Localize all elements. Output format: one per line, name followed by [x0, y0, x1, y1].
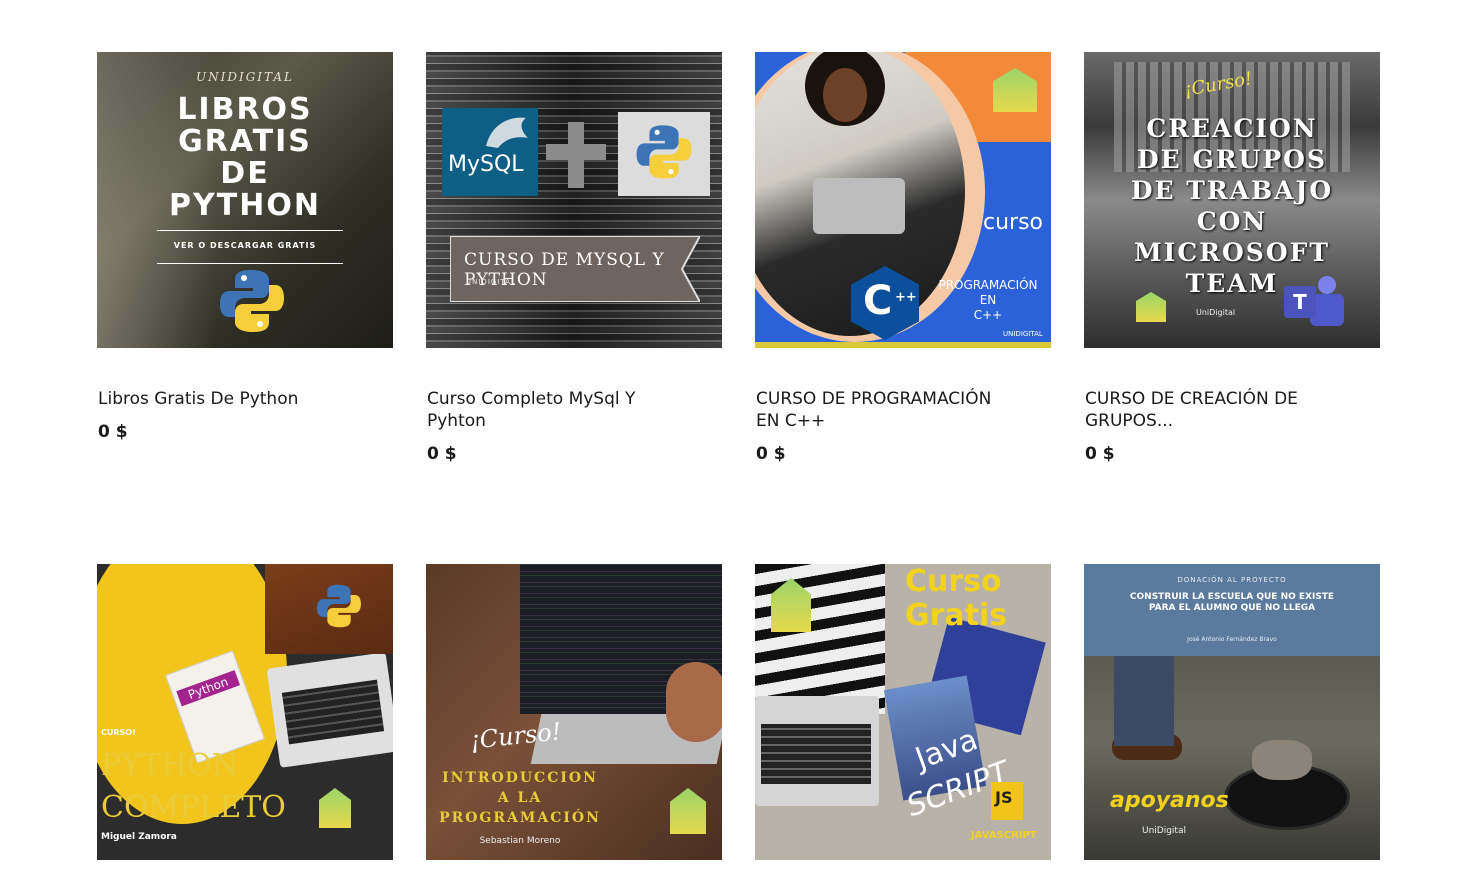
python-logo-icon	[220, 270, 284, 332]
python-logo-box	[618, 112, 710, 196]
product-grid-page: { "products": [ { "title": "Libros Grati…	[0, 0, 1483, 881]
image-footer-text: JAVASCRIPT	[971, 830, 1037, 841]
product-image-link[interactable]: MySQL CURSO DE MYSQL Y PYTHON UNIDIGITAL	[426, 52, 722, 348]
image-headline-3: PROGRAMACIÓN	[439, 810, 601, 826]
teams-logo-icon: T	[1284, 272, 1344, 328]
mysql-logo-text: MySQL	[448, 152, 524, 177]
image-subtitle: VER O DESCARGAR GRATIS	[173, 241, 317, 250]
product-image-link[interactable]: curso C ++ PROGRAMACIÓN EN C++ UNIDIGITA…	[755, 52, 1051, 348]
image-headline-1: LIBROS	[177, 92, 313, 127]
product-image-link[interactable]: UNIDIGITAL LIBROS GRATIS DE PYTHON VER O…	[97, 52, 393, 348]
image-brand-text: UniDigital	[1196, 308, 1236, 317]
unidigital-logo-icon	[319, 788, 351, 828]
image-headline-2: GRATIS	[178, 124, 312, 159]
divider-line	[157, 263, 343, 264]
image-headline-5: MICROSOFT	[1133, 238, 1330, 267]
book-title-text: Python	[176, 670, 241, 707]
image-headline-1: Curso	[905, 564, 1002, 599]
product-title-link[interactable]: CURSO DE PROGRAMACIÓN EN C++	[756, 388, 1016, 432]
image-brand-text: UNIDIGITAL	[195, 70, 295, 84]
product-title-link[interactable]: CURSO DE CREACIÓN DE GRUPOS...	[1085, 388, 1345, 432]
divider-line	[157, 230, 343, 231]
image-brand-text: UniDigital	[1142, 826, 1186, 836]
image-headline-2: Gratis	[905, 598, 1008, 633]
product-image-link[interactable]: ¡Curso! CREACION DE GRUPOS DE TRABAJO CO…	[1084, 52, 1380, 348]
cpp-logo-letter: C	[863, 278, 893, 324]
image-headline-3: DE	[220, 156, 270, 191]
striped-sweater	[755, 564, 885, 714]
donation-headline-2: PARA EL ALUMNO QUE NO LLEGA	[1148, 603, 1316, 613]
jeans-shape	[1114, 656, 1174, 746]
image-headline-1: INTRODUCCION	[442, 770, 598, 786]
product-image-link[interactable]: DONACIÓN AL PROYECTO CONSTRUIR LA ESCUEL…	[1084, 564, 1380, 860]
js-logo-text: JS	[995, 788, 1013, 807]
image-author-text: Miguel Zamora	[101, 832, 177, 842]
yellow-bottom-bar	[755, 342, 1051, 348]
image-headline-4: CON	[1196, 207, 1268, 236]
product-image-link[interactable]: Python CURSO! PYTHON COMPLETO Miguel Zam…	[97, 564, 393, 860]
image-brand-text: UNIDIGITAL	[1003, 330, 1043, 338]
image-headline-2: COMPLETO	[101, 790, 286, 825]
image-headline-2: A LA	[497, 790, 543, 806]
python-logo-icon	[636, 125, 692, 179]
donation-cta-text: apoyanos	[1110, 788, 1229, 813]
product-title-link[interactable]: Curso Completo MySql Y Pyhton	[427, 388, 687, 432]
image-headline-4: PYTHON	[169, 188, 321, 223]
product-price: 0 $	[1085, 444, 1115, 464]
image-tag-text: CURSO!	[101, 728, 136, 737]
product-image-link[interactable]: Curso Gratis Java SCRIPT JS JAVASCRIPT	[755, 564, 1051, 860]
image-line-1: PROGRAMACIÓN	[938, 278, 1038, 292]
image-line-3: C++	[973, 308, 1003, 322]
server-rack-highlight	[426, 52, 722, 348]
image-headline-1: CREACION	[1146, 114, 1318, 143]
image-headline-3: DE TRABAJO	[1130, 176, 1334, 205]
product-price: 0 $	[427, 444, 457, 464]
image-author-text: Sebastian Moreno	[479, 836, 561, 846]
product-image-link[interactable]: ¡Curso! INTRODUCCION A LA PROGRAMACIÓN S…	[426, 564, 722, 860]
dolphin-icon	[486, 117, 528, 148]
cpp-logo-plus: ++	[895, 290, 917, 305]
face-shape	[823, 68, 867, 122]
product-price: 0 $	[756, 444, 786, 464]
hand-shape	[666, 662, 722, 742]
python-logo-icon	[317, 584, 361, 628]
cat-shape	[1252, 740, 1312, 780]
donation-author-text: José Antonio Fernández Bravo	[1187, 636, 1277, 643]
laptop-shape	[813, 178, 905, 234]
donation-headline-1: CONSTRUIR LA ESCUELA QUE NO EXISTE	[1129, 592, 1335, 602]
donation-top-text: DONACIÓN AL PROYECTO	[1177, 576, 1287, 584]
image-curso-text: curso	[983, 210, 1044, 235]
image-headline-2: DE GRUPOS	[1137, 145, 1327, 174]
image-line-2: EN	[979, 293, 997, 307]
product-title-link[interactable]: Libros Gratis De Python	[98, 388, 358, 410]
plus-icon-vertical	[568, 122, 584, 188]
keyboard-shape	[761, 724, 871, 784]
image-brand-text: UNIDIGITAL	[466, 278, 516, 286]
product-price: 0 $	[98, 422, 128, 442]
image-headline-1: PYTHON	[101, 748, 239, 783]
unidigital-logo-icon	[670, 788, 706, 834]
mysql-logo-icon: MySQL	[442, 108, 538, 196]
